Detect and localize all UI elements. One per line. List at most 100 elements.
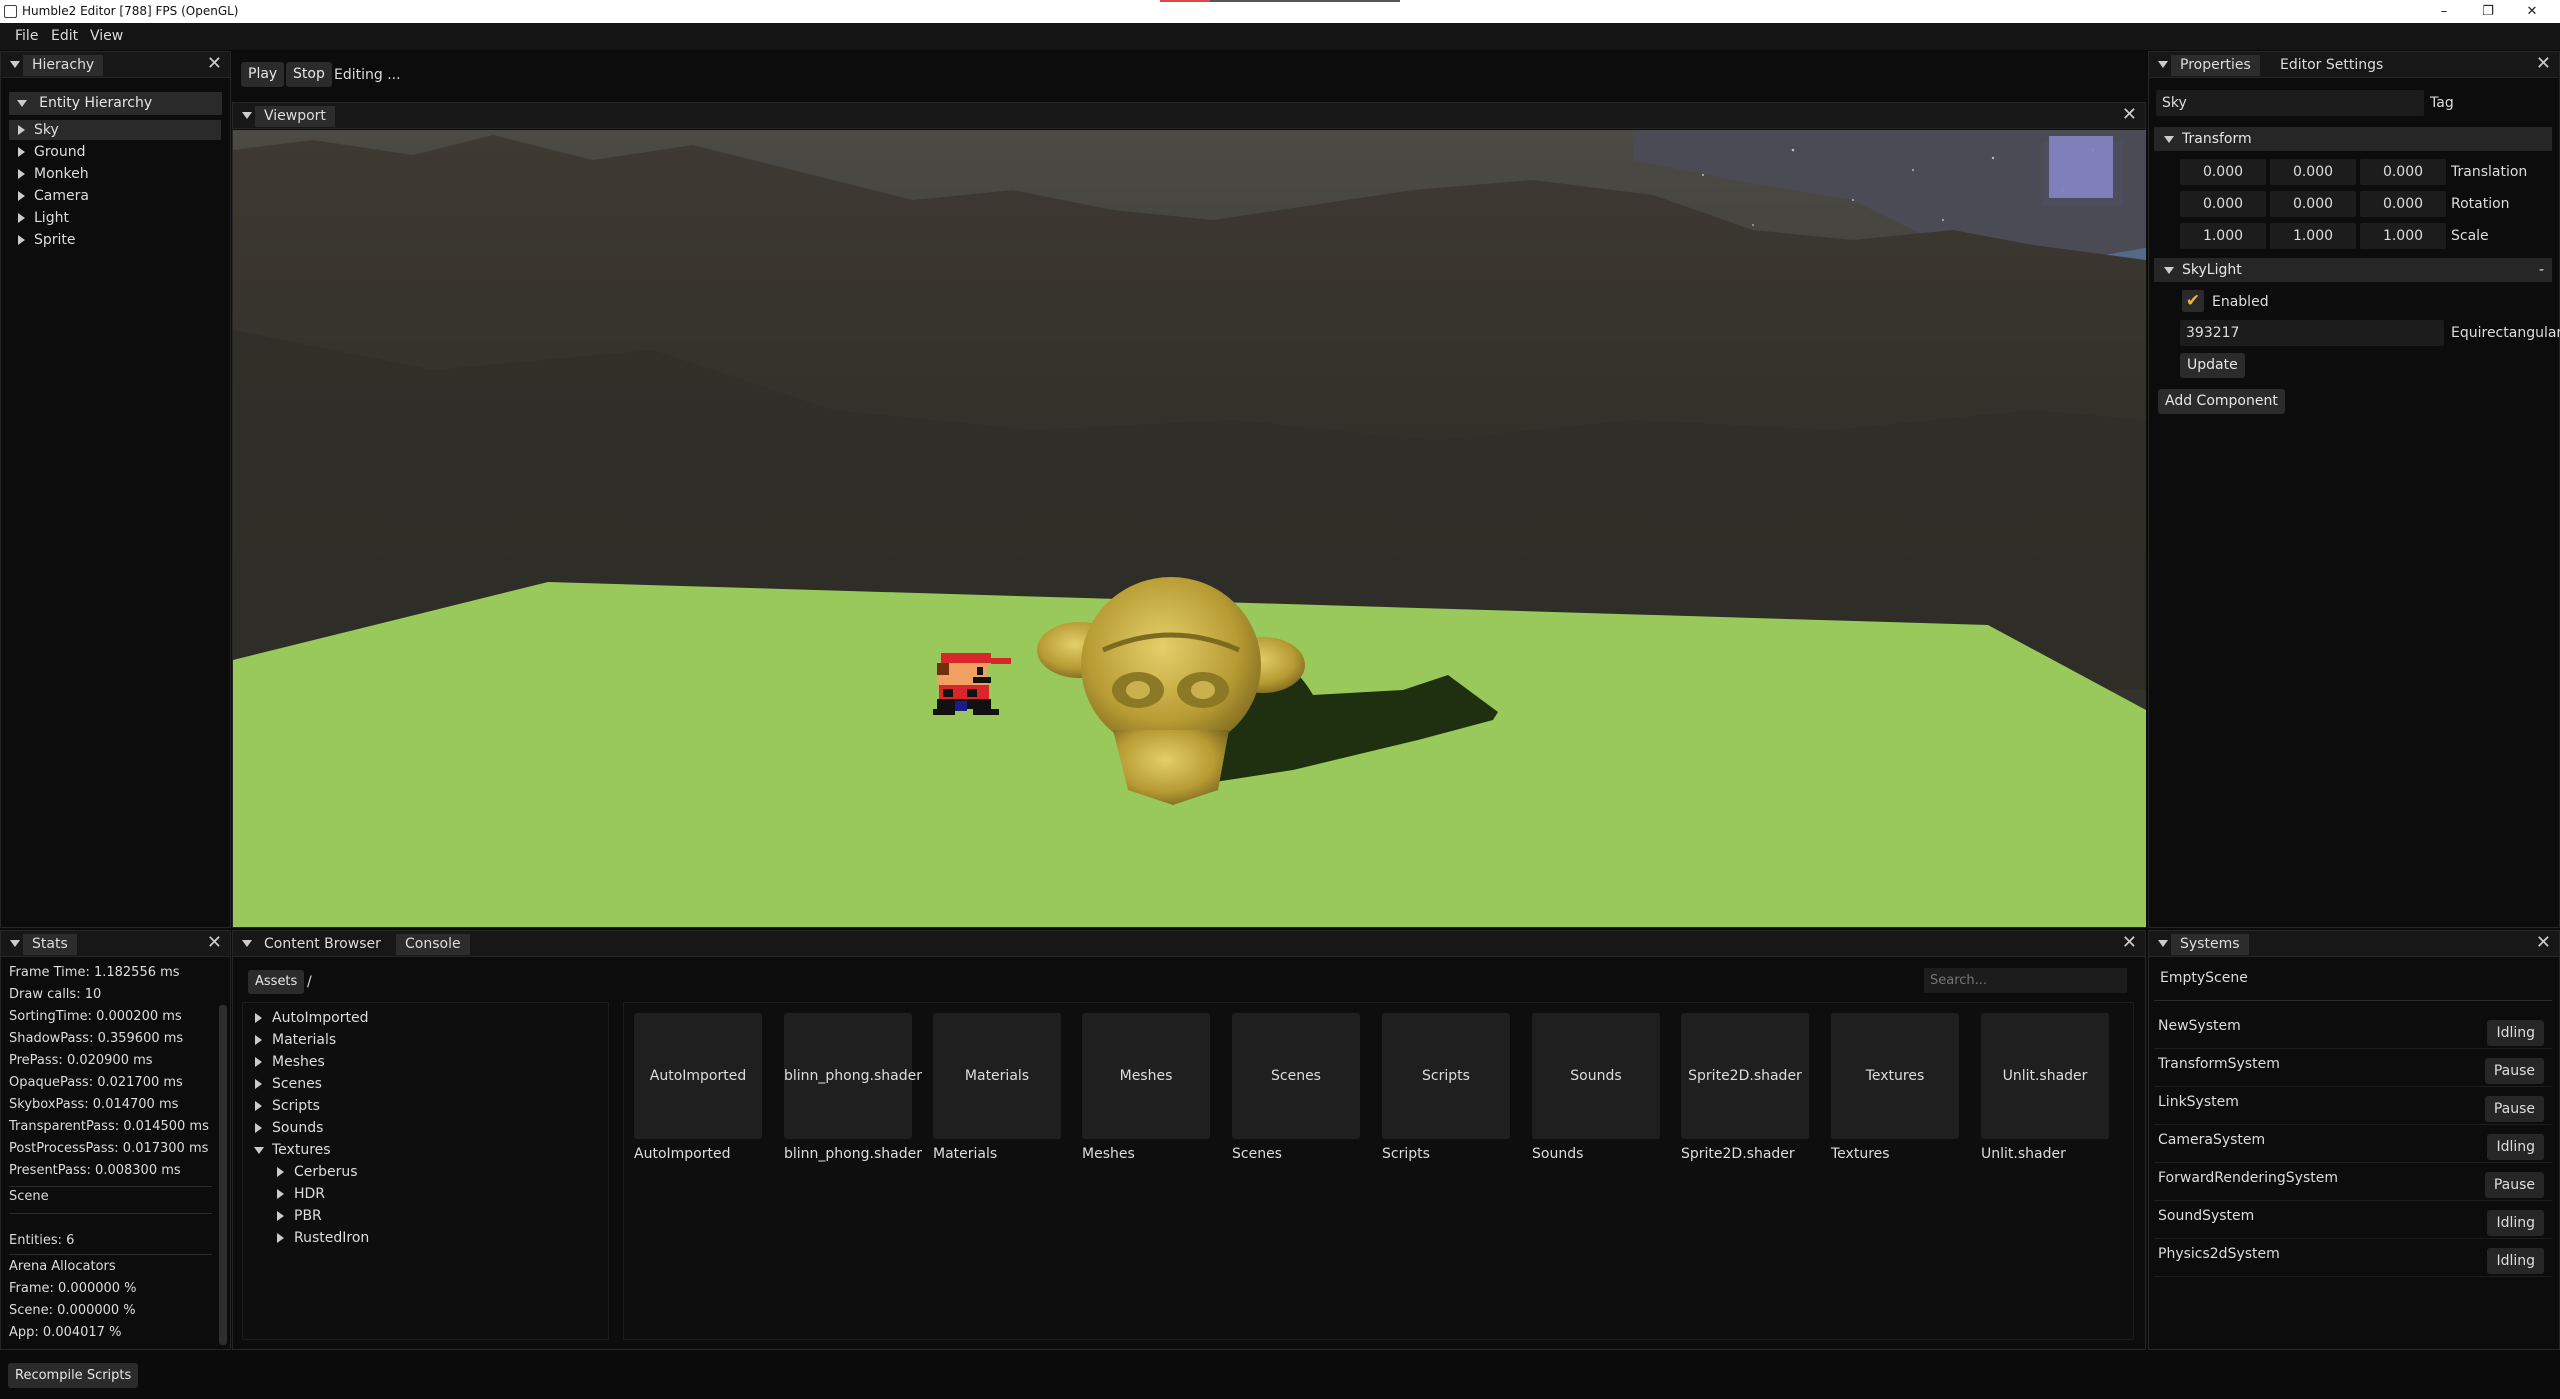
scale-x[interactable]: 1.000 [2180, 223, 2266, 249]
divider [9, 1254, 212, 1255]
scale-z[interactable]: 1.000 [2360, 223, 2446, 249]
folder-row[interactable]: HDR [277, 1184, 325, 1204]
close-icon[interactable]: ✕ [2122, 933, 2137, 953]
menu-file[interactable]: File [15, 28, 38, 44]
tab-properties[interactable]: Properties [2171, 55, 2260, 76]
panel-menu-icon[interactable] [2158, 940, 2168, 947]
search-input[interactable] [1924, 968, 2127, 993]
asset-label: Sounds [1532, 1146, 1584, 1162]
assets-button[interactable]: Assets [248, 970, 305, 994]
panel-menu-icon[interactable] [2158, 61, 2168, 68]
system-state-button[interactable]: Pause [2484, 1058, 2544, 1084]
menu-view[interactable]: View [90, 28, 123, 44]
tab-hierarchy[interactable]: Hierachy [23, 55, 104, 76]
system-state-button[interactable]: Idling [2487, 1134, 2544, 1160]
folder-row[interactable]: Meshes [255, 1052, 325, 1072]
system-state-button[interactable]: Pause [2484, 1096, 2544, 1122]
scale-y[interactable]: 1.000 [2270, 223, 2356, 249]
asset-tile[interactable]: Materials [933, 1013, 1061, 1139]
rotation-x[interactable]: 0.000 [2180, 191, 2266, 217]
remove-component-button[interactable]: - [2539, 258, 2544, 282]
asset-tile[interactable]: Scripts [1382, 1013, 1510, 1139]
translation-z[interactable]: 0.000 [2360, 159, 2446, 185]
folder-row[interactable]: Materials [255, 1030, 336, 1050]
close-icon[interactable]: ✕ [207, 54, 222, 74]
folder-row[interactable]: Sounds [255, 1118, 323, 1138]
arena-line: Scene: 0.000000 % [9, 1303, 136, 1318]
stat-line: OpaquePass: 0.021700 ms [9, 1075, 183, 1090]
panel-menu-icon[interactable] [242, 940, 252, 947]
transform-header[interactable]: Transform [2154, 127, 2552, 151]
close-window-icon[interactable]: ✕ [2512, 0, 2552, 22]
folder-row[interactable]: Scripts [255, 1096, 320, 1116]
chevron-right-icon [255, 1101, 262, 1111]
chevron-right-icon [277, 1233, 284, 1243]
rotation-z[interactable]: 0.000 [2360, 191, 2446, 217]
asset-tile[interactable]: Sounds [1532, 1013, 1660, 1139]
asset-tile[interactable]: Sprite2D.shader [1681, 1013, 1809, 1139]
asset-tile[interactable]: Meshes [1082, 1013, 1210, 1139]
asset-tile[interactable]: Textures [1831, 1013, 1959, 1139]
close-icon[interactable]: ✕ [207, 933, 222, 953]
stop-button[interactable]: Stop [286, 62, 332, 87]
view-gizmo[interactable] [2049, 136, 2113, 198]
asset-tile[interactable]: blinn_phong.shader [784, 1013, 922, 1139]
arena-section-label: Arena Allocators [9, 1259, 116, 1274]
folder-row[interactable]: RustedIron [277, 1228, 369, 1248]
viewport-render[interactable] [233, 130, 2146, 927]
entity-row[interactable]: Camera [9, 186, 89, 206]
folder-row[interactable]: Textures [254, 1140, 331, 1160]
panel-menu-icon[interactable] [10, 61, 20, 68]
panel-menu-icon[interactable] [10, 940, 20, 947]
tab-viewport[interactable]: Viewport [255, 106, 335, 127]
properties-header: Properties Editor Settings ✕ [2149, 52, 2559, 78]
rotation-y[interactable]: 0.000 [2270, 191, 2356, 217]
tab-console[interactable]: Console [396, 934, 470, 955]
tab-editor-settings[interactable]: Editor Settings [2271, 55, 2392, 76]
entity-row[interactable]: Sky [9, 120, 221, 140]
system-state-button[interactable]: Pause [2484, 1172, 2544, 1198]
close-icon[interactable]: ✕ [2536, 54, 2551, 74]
asset-tile[interactable]: Scenes [1232, 1013, 1360, 1139]
folder-label: Materials [272, 1032, 337, 1048]
asset-tile[interactable]: Unlit.shader [1981, 1013, 2109, 1139]
rotation-label: Rotation [2451, 196, 2510, 212]
menu-edit[interactable]: Edit [51, 28, 78, 44]
entity-row[interactable]: Ground [9, 142, 86, 162]
play-button[interactable]: Play [241, 62, 285, 87]
panel-menu-icon[interactable] [242, 112, 252, 119]
entity-row[interactable]: Light [9, 208, 69, 228]
skylight-header[interactable]: SkyLight - [2154, 258, 2552, 282]
restore-icon[interactable]: ❐ [2468, 0, 2508, 22]
asset-tile[interactable]: AutoImported [634, 1013, 762, 1139]
stats-scrollbar[interactable] [219, 1005, 227, 1345]
entity-row[interactable]: Monkeh [9, 164, 89, 184]
minimize-icon[interactable]: – [2424, 0, 2464, 22]
system-state-button[interactable]: Idling [2487, 1210, 2544, 1236]
entity-row[interactable]: Sprite [9, 230, 76, 250]
enabled-checkbox[interactable]: ✔ [2182, 290, 2204, 312]
system-state-button[interactable]: Idling [2487, 1248, 2544, 1274]
tab-content-browser[interactable]: Content Browser [255, 934, 390, 955]
close-icon[interactable]: ✕ [2122, 105, 2137, 125]
tab-stats[interactable]: Stats [23, 934, 77, 955]
translation-y[interactable]: 0.000 [2270, 159, 2356, 185]
entity-hierarchy-header[interactable]: Entity Hierarchy [9, 92, 222, 115]
arena-line: Frame: 0.000000 % [9, 1281, 137, 1296]
update-button[interactable]: Update [2180, 353, 2245, 378]
equirect-texture-field[interactable]: 393217 [2180, 320, 2444, 346]
recompile-scripts-button[interactable]: Recompile Scripts [8, 1363, 139, 1388]
entity-name-field[interactable]: Sky [2156, 90, 2424, 116]
folder-row[interactable]: Scenes [255, 1074, 322, 1094]
chevron-right-icon [255, 1035, 262, 1045]
translation-x[interactable]: 0.000 [2180, 159, 2266, 185]
tab-systems[interactable]: Systems [2171, 934, 2249, 955]
folder-label: PBR [294, 1208, 322, 1224]
asset-label: Unlit.shader [1981, 1146, 2066, 1162]
folder-row[interactable]: PBR [277, 1206, 322, 1226]
close-icon[interactable]: ✕ [2536, 933, 2551, 953]
system-state-button[interactable]: Idling [2487, 1020, 2544, 1046]
add-component-button[interactable]: Add Component [2158, 389, 2285, 414]
folder-row[interactable]: AutoImported [255, 1008, 368, 1028]
folder-row[interactable]: Cerberus [277, 1162, 358, 1182]
